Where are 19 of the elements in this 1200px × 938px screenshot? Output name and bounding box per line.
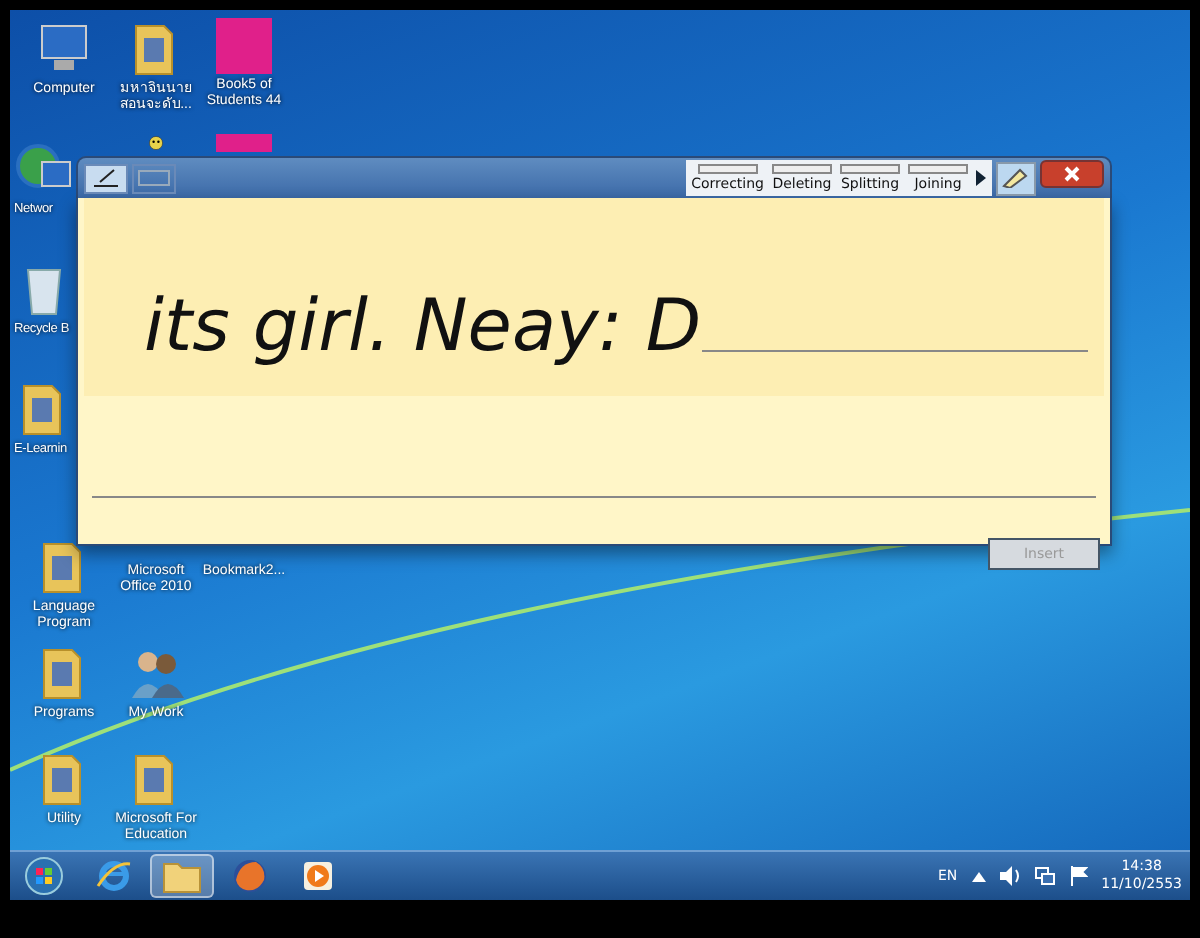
keyboard-icon — [138, 170, 170, 186]
folder-icon — [162, 858, 202, 894]
close-icon — [1064, 166, 1080, 182]
flag-icon[interactable] — [1069, 866, 1088, 886]
pen-icon — [92, 168, 120, 188]
writing-pad[interactable]: its girl. Neay: D — [76, 198, 1112, 546]
browser-e-icon — [96, 858, 132, 894]
fox-globe-icon — [232, 858, 268, 894]
close-button[interactable] — [1040, 160, 1104, 188]
writing-pad-button[interactable] — [84, 163, 128, 193]
pen-icon — [1002, 168, 1030, 188]
speaker-icon[interactable] — [999, 866, 1020, 886]
network-icon[interactable] — [1033, 866, 1056, 886]
help-button[interactable] — [996, 161, 1036, 195]
handwritten-text: its girl. Neay: D — [144, 286, 702, 368]
windows-logo-icon — [24, 856, 64, 896]
show-hidden-icons-icon[interactable] — [971, 871, 986, 881]
right-arrow-icon[interactable] — [976, 170, 986, 186]
play-icon — [302, 860, 334, 892]
